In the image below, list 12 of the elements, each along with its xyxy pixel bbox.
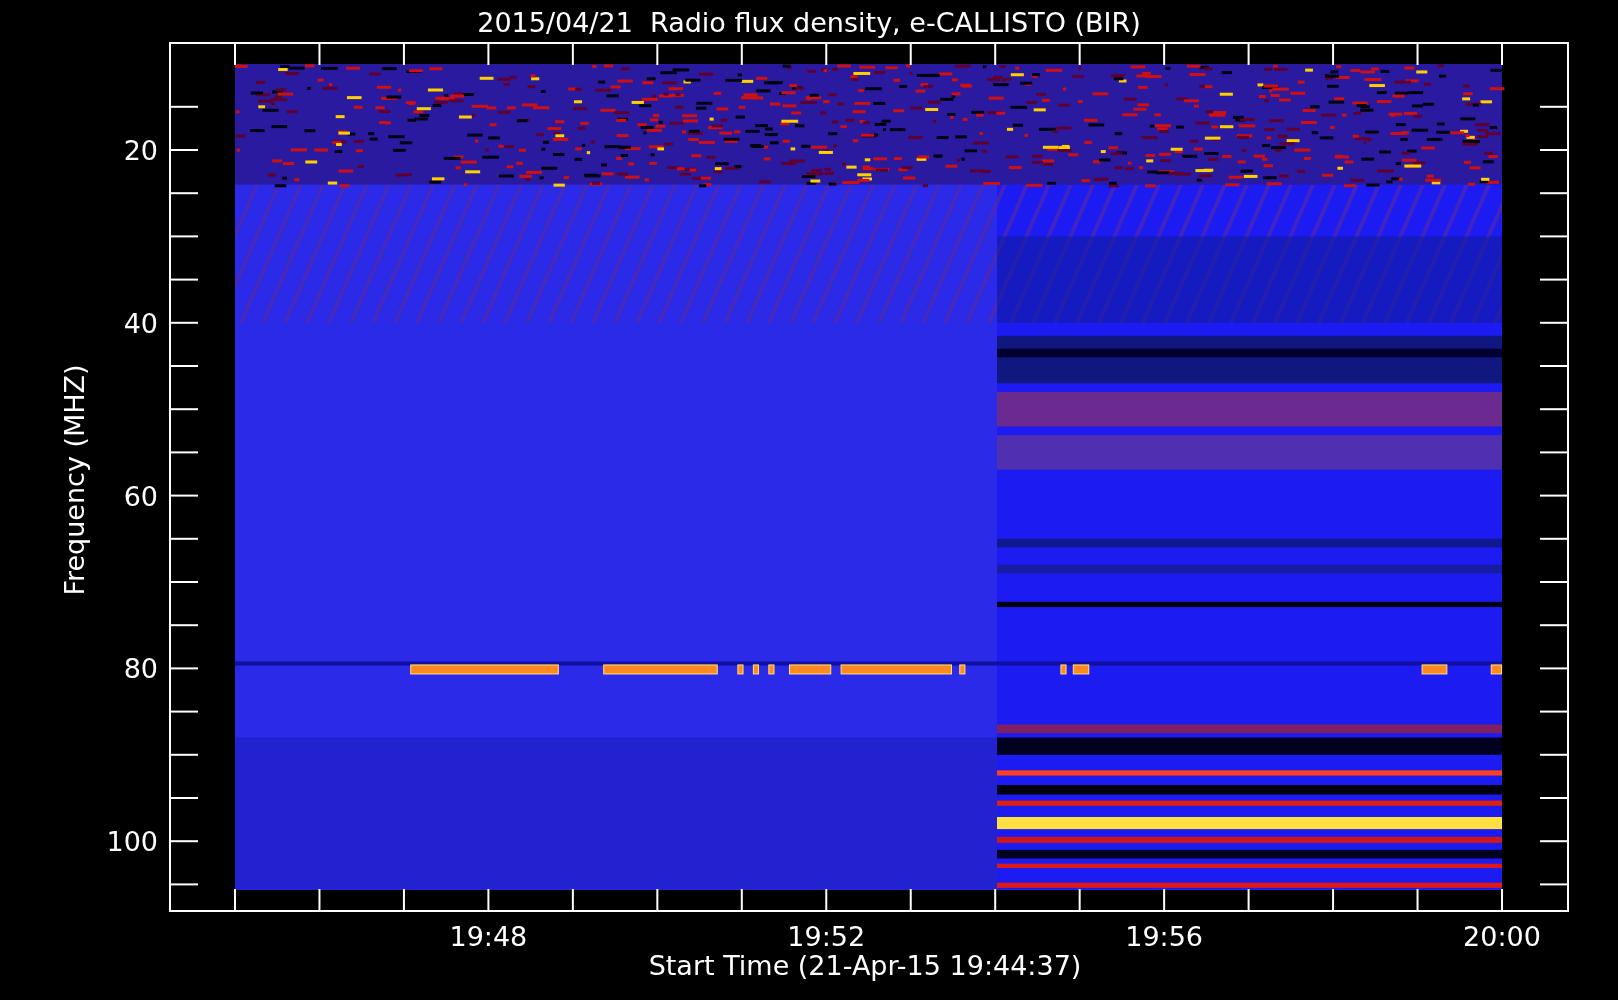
tick-label: 60 xyxy=(123,480,158,512)
tick-label: 19:52 xyxy=(787,921,866,952)
tick-label: 20:00 xyxy=(1463,921,1541,952)
tick-label: 20 xyxy=(123,135,158,166)
tick-label: 100 xyxy=(106,826,158,858)
tick-label: 19:48 xyxy=(449,921,528,952)
frequency-axis-label: Frequency (MHZ) xyxy=(59,364,90,596)
plot-title: 2015/04/21 Radio flux density, e-CALLISTO (BIR) xyxy=(477,7,1141,38)
time-axis-label: Start Time (21-Apr-15 19:44:37) xyxy=(648,950,1082,981)
tick-label: 40 xyxy=(123,307,158,339)
tick-label: 80 xyxy=(123,653,158,685)
tick-label: 19:56 xyxy=(1125,921,1204,952)
